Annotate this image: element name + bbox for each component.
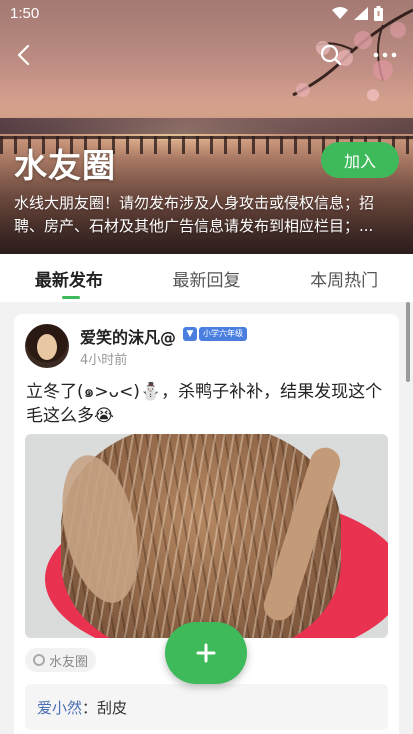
- chevron-left-icon: [17, 44, 30, 66]
- level-badge: ▼ 小学六年级: [183, 327, 247, 341]
- avatar[interactable]: [25, 324, 69, 368]
- post-tag[interactable]: 水友圈: [25, 648, 97, 672]
- back-button[interactable]: [6, 38, 40, 72]
- comment-text: 刮皮: [97, 698, 128, 717]
- comment-preview[interactable]: 爱小然 ： 刮皮: [25, 684, 388, 730]
- search-icon: [320, 44, 342, 66]
- more-icon: [373, 52, 397, 58]
- level-badge-label: 小学六年级: [199, 327, 247, 341]
- status-bar: 1:50: [0, 0, 413, 28]
- app-screen: 1:50 水友圈 加入 水线大朋友圈！请勿发布涉及人身攻击或侵权信息；招聘、房产…: [0, 0, 413, 734]
- active-tab-indicator: [62, 296, 80, 299]
- comment-user[interactable]: 爱小然: [37, 697, 82, 718]
- status-icons: [332, 6, 383, 21]
- group-description: 水线大朋友圈！请勿发布涉及人身攻击或侵权信息；招聘、房产、石材及其他广告信息请发…: [14, 194, 375, 235]
- post-image[interactable]: [25, 434, 388, 638]
- tab-latest-posts[interactable]: 最新发布: [0, 254, 138, 302]
- group-title: 水友圈: [14, 146, 116, 185]
- shirt-icon: ▼: [183, 327, 197, 341]
- circle-tag-icon: [33, 654, 45, 666]
- wifi-icon: [332, 7, 348, 19]
- more-button[interactable]: [368, 38, 402, 72]
- tab-bar: 最新发布 最新回复 本周热门: [0, 254, 413, 302]
- signal-icon: [354, 7, 368, 20]
- battery-icon: [374, 6, 383, 21]
- scrollbar[interactable]: [406, 302, 410, 382]
- join-button[interactable]: 加入: [321, 142, 399, 178]
- post-author[interactable]: 爱笑的沫凡@: [80, 324, 176, 348]
- new-post-button[interactable]: [165, 622, 247, 684]
- tab-latest-replies[interactable]: 最新回复: [138, 254, 276, 302]
- tab-weekly-hot[interactable]: 本周热门: [275, 254, 413, 302]
- plus-icon: [196, 643, 216, 663]
- comment-separator: ：: [82, 698, 98, 717]
- post-time: 4小时前: [80, 353, 128, 368]
- search-button[interactable]: [314, 38, 348, 72]
- status-time: 1:50: [10, 5, 40, 22]
- post-tag-label: 水友圈: [49, 654, 89, 670]
- avatar-face: [37, 334, 57, 360]
- post-text: 立冬了(๑>ᴗ<)⛄，杀鸭子补补，结果发现这个毛这么多😭: [26, 382, 383, 426]
